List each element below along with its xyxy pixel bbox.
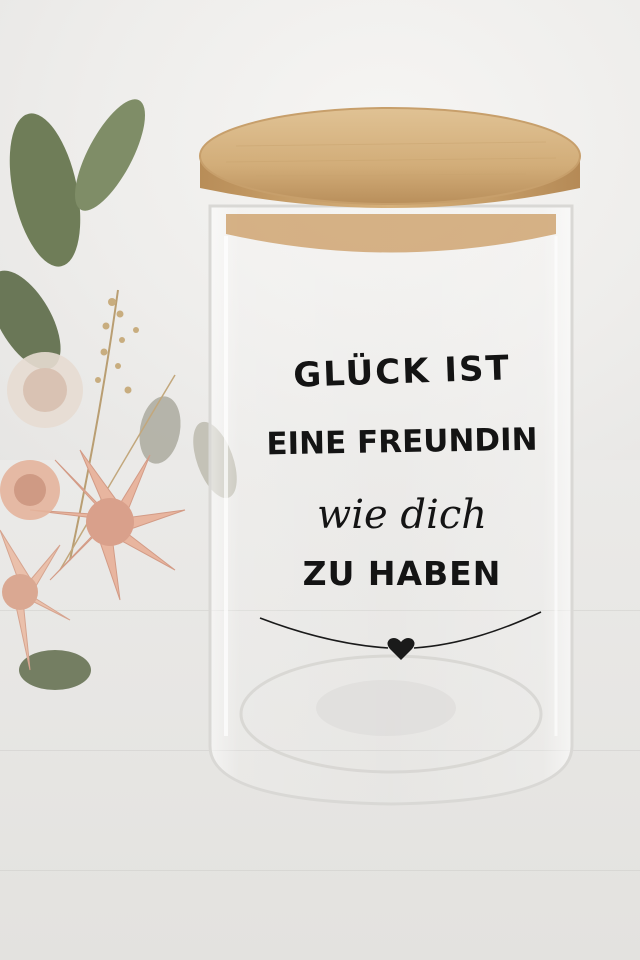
jar-text-line-3: wie dich	[317, 492, 487, 538]
pink-flower	[0, 460, 60, 520]
jar-text-line-2: EINE FREUNDIN	[266, 421, 538, 463]
leaf	[75, 99, 145, 211]
photo-scene: GLÜCK IST EINE FREUNDIN wie dich ZU HABE…	[0, 0, 640, 960]
bamboo-lid-top	[199, 107, 581, 205]
jar-text-line-4: ZU HABEN	[302, 554, 502, 593]
pink-flower	[0, 529, 71, 671]
heart-divider	[259, 611, 542, 660]
table-grain	[0, 870, 640, 871]
heart-icon	[387, 638, 415, 660]
